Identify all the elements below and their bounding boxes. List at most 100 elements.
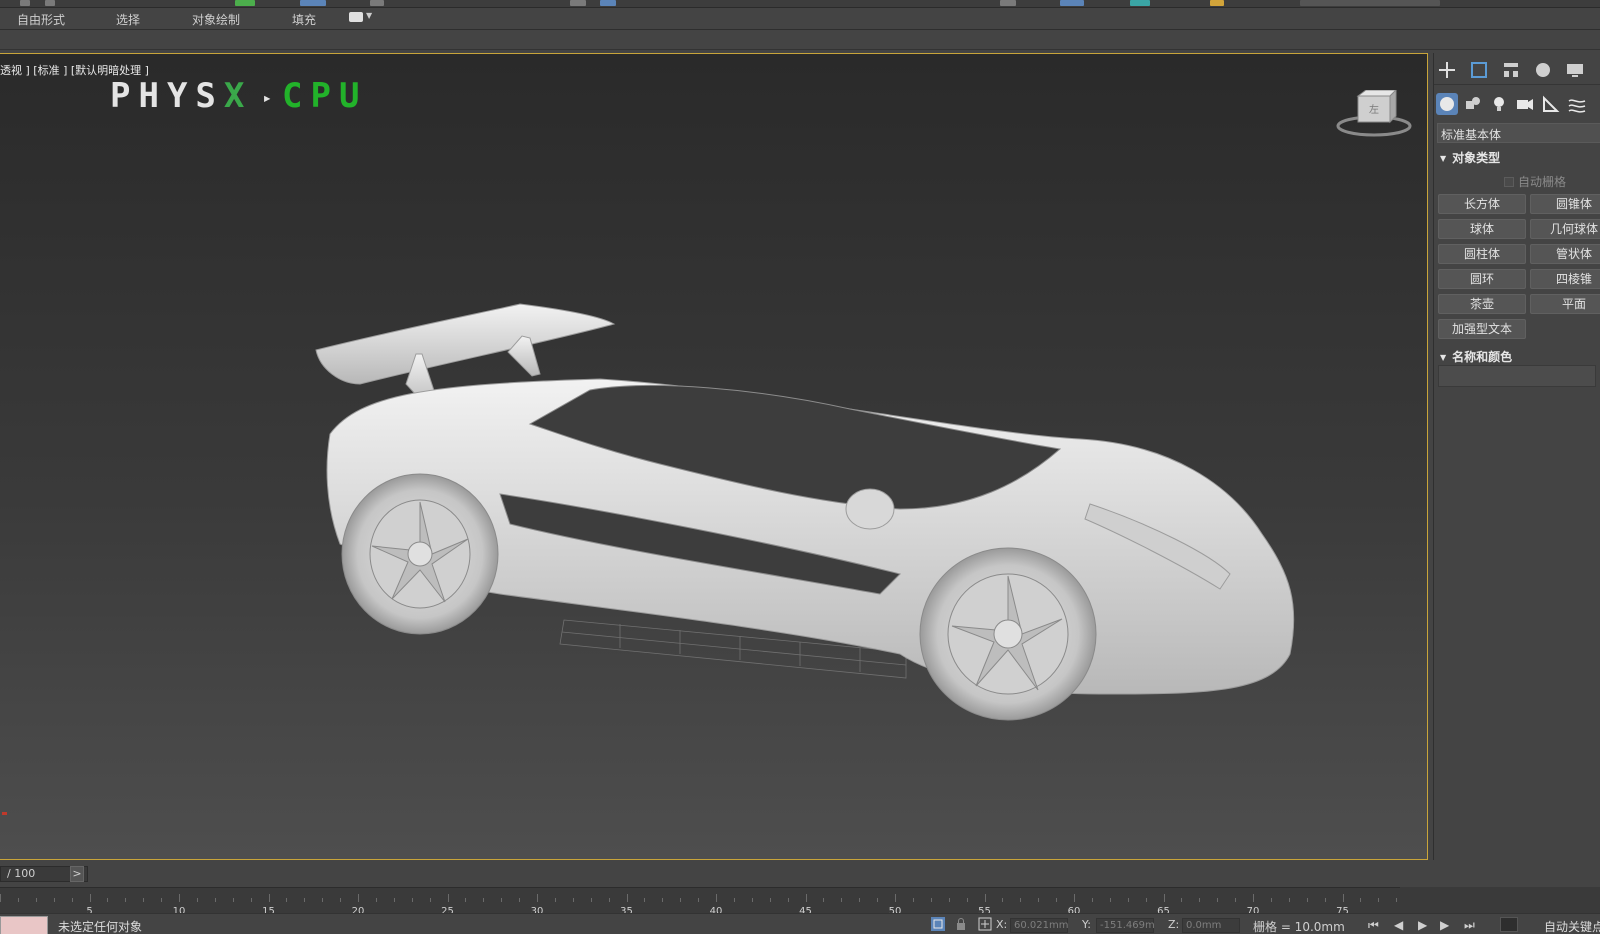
- pyramid-button[interactable]: 四棱锥: [1530, 269, 1600, 289]
- shapes-icon[interactable]: [1462, 93, 1484, 115]
- timeline-tick: [232, 898, 234, 902]
- timeline-tick: [644, 898, 646, 902]
- hierarchy-tab-icon[interactable]: [1500, 59, 1522, 81]
- timeline-tick: [877, 898, 879, 902]
- text-plus-button[interactable]: 加强型文本: [1438, 319, 1526, 339]
- next-frame-icon[interactable]: ▶: [1440, 918, 1449, 932]
- front-wheel: [919, 547, 1097, 721]
- toolbar-field[interactable]: [1300, 0, 1440, 6]
- name-color-rollout[interactable]: ▼ 名称和颜色: [1440, 348, 1512, 365]
- timeline-tick: [1181, 898, 1183, 902]
- y-coord-field[interactable]: -151.469m: [1096, 918, 1155, 933]
- maxscript-listener[interactable]: [0, 916, 48, 934]
- timeline-tick: [35, 898, 37, 902]
- toolbar-icon[interactable]: [370, 0, 384, 6]
- timeline-tick: [1038, 898, 1040, 902]
- timeline-tick: [805, 894, 807, 902]
- sphere-button[interactable]: 球体: [1438, 219, 1526, 239]
- timeline-tick: [1342, 894, 1344, 902]
- timeline-tick: [698, 898, 700, 902]
- timeline-tick: [1020, 898, 1022, 902]
- track-bar-end: [1400, 887, 1600, 913]
- timeline-tick: [984, 894, 986, 902]
- z-label: Z:: [1168, 918, 1180, 931]
- x-coord-field[interactable]: 60.021mm: [1010, 918, 1068, 933]
- tube-button[interactable]: 管状体: [1530, 244, 1600, 264]
- toolbar-icon[interactable]: [20, 0, 30, 6]
- space-warps-icon[interactable]: [1566, 93, 1588, 115]
- timeline-tick: [716, 894, 717, 902]
- timeline-tick: [0, 894, 1, 902]
- ribbon: 自由形式 选择 对象绘制 填充 ▼: [0, 8, 1600, 30]
- z-coord-field[interactable]: 0.0mm: [1182, 918, 1240, 933]
- timeline-tick: [375, 898, 377, 902]
- tab-freeform[interactable]: 自由形式: [17, 11, 65, 28]
- toolbar-icon[interactable]: [1060, 0, 1084, 6]
- absolute-mode-icon[interactable]: [978, 917, 992, 931]
- viewcube-icon[interactable]: 左: [1334, 90, 1414, 140]
- timeline-tick: [966, 898, 968, 902]
- isolate-selection-icon[interactable]: [930, 916, 946, 932]
- helpers-icon[interactable]: [1540, 93, 1562, 115]
- plane-button[interactable]: 平面: [1530, 294, 1600, 314]
- x-label: X:: [996, 918, 1008, 931]
- timeline-tick: [161, 898, 163, 902]
- tab-selection[interactable]: 选择: [116, 11, 140, 28]
- object-type-rollout[interactable]: ▼ 对象类型: [1440, 149, 1500, 166]
- display-tab-icon[interactable]: [1564, 59, 1586, 81]
- cameras-icon[interactable]: [1514, 93, 1536, 115]
- toolbar-icon[interactable]: [235, 0, 255, 6]
- timeline-tick: [859, 898, 861, 902]
- lock-icon[interactable]: [955, 917, 967, 931]
- current-frame-field[interactable]: [1500, 917, 1518, 932]
- timeline-tick: [1378, 898, 1380, 902]
- torus-button[interactable]: 圆环: [1438, 269, 1526, 289]
- timeline-tick: [1091, 898, 1093, 902]
- create-tab-icon[interactable]: [1436, 59, 1458, 81]
- teapot-button[interactable]: 茶壶: [1438, 294, 1526, 314]
- modify-tab-icon[interactable]: [1468, 59, 1490, 81]
- tab-populate[interactable]: 填充: [292, 11, 316, 28]
- go-to-end-icon[interactable]: ⏭: [1464, 918, 1475, 933]
- geosphere-button[interactable]: 几何球体: [1530, 219, 1600, 239]
- timeline-tick: [447, 894, 449, 902]
- toolbar-icon[interactable]: [45, 0, 55, 6]
- previous-frame-icon[interactable]: ◀: [1394, 918, 1403, 932]
- object-name-field[interactable]: [1438, 365, 1596, 387]
- box-button[interactable]: 长方体: [1438, 194, 1526, 214]
- timeline-tick: [662, 898, 664, 902]
- timeline-tick: [823, 898, 825, 902]
- chevron-down-icon[interactable]: ▼: [366, 11, 372, 20]
- car-model[interactable]: [0, 54, 1428, 860]
- name-color-title: 名称和颜色: [1452, 350, 1513, 364]
- object-category-dropdown[interactable]: 标准基本体: [1437, 123, 1600, 143]
- perspective-viewport[interactable]: 透视 ] [标准 ] [默认明暗处理 ] PHYSX ▸ CPU 左: [0, 53, 1428, 860]
- toolbar-icon[interactable]: [1130, 0, 1150, 6]
- cone-button[interactable]: 圆锥体: [1530, 194, 1600, 214]
- collapse-triangle-icon: ▼: [1440, 353, 1447, 362]
- geometry-icon[interactable]: [1436, 93, 1458, 115]
- toolbar-icon[interactable]: [300, 0, 326, 6]
- cylinder-button[interactable]: 圆柱体: [1438, 244, 1526, 264]
- timeline-tick: [1253, 894, 1254, 902]
- object-type-title: 对象类型: [1452, 151, 1501, 165]
- toolbar-icon[interactable]: [600, 0, 616, 6]
- timeline-tick: [1056, 898, 1058, 902]
- tab-object-paint[interactable]: 对象绘制: [192, 11, 240, 28]
- track-bar[interactable]: 5 10 15 20 25 30 35 40 45 50 55 60 65 70 75: [0, 887, 1400, 917]
- play-icon[interactable]: ▶: [1418, 918, 1427, 932]
- toolbar-icon[interactable]: [1210, 0, 1224, 6]
- ribbon-toggle-icon[interactable]: [349, 12, 363, 22]
- status-message: 未选定任何对象: [58, 920, 143, 934]
- next-frame-button[interactable]: >: [70, 866, 84, 882]
- timeline-tick: [519, 898, 521, 902]
- timeline-tick: [1163, 894, 1165, 902]
- auto-key-button[interactable]: 自动关键点: [1544, 918, 1600, 934]
- autogrid-checkbox[interactable]: 自动栅格: [1504, 173, 1566, 190]
- go-to-start-icon[interactable]: ⏮: [1368, 918, 1379, 933]
- toolbar-icon[interactable]: [570, 0, 586, 6]
- lights-icon[interactable]: [1488, 93, 1510, 115]
- motion-tab-icon[interactable]: [1532, 59, 1554, 81]
- timeline-tick: [53, 898, 55, 902]
- toolbar-icon[interactable]: [1000, 0, 1016, 6]
